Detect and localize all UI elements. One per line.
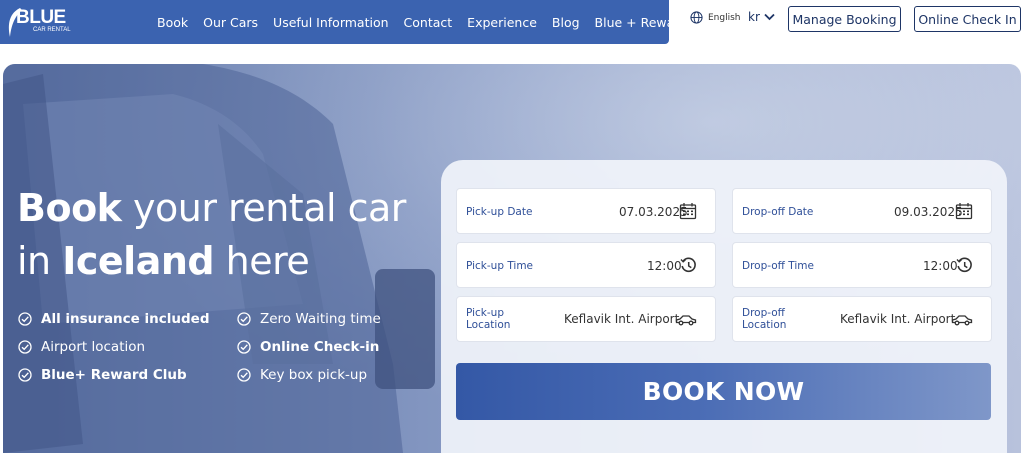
nav-book[interactable]: Book <box>157 15 188 30</box>
pickup-date-field[interactable]: Pick-up Date 07.03.2025 <box>456 188 716 234</box>
pickup-time-value: 12:00 <box>647 259 682 273</box>
globe-icon <box>690 11 703 24</box>
dropoff-location-label: Drop-off Location <box>742 307 786 331</box>
check-circle-icon <box>237 368 251 382</box>
site-header: BLUE CAR RENTAL Book Our Cars Useful Inf… <box>0 0 1024 44</box>
dropoff-time-field[interactable]: Drop-off Time 12:00 <box>732 242 992 288</box>
nav-our-cars[interactable]: Our Cars <box>203 15 258 30</box>
dropoff-time-value: 12:00 <box>923 259 958 273</box>
car-icon <box>675 315 697 326</box>
feature-label: Online Check-in <box>260 339 380 355</box>
dropoff-date-label: Drop-off Date <box>742 206 814 218</box>
feature-item: All insurance included <box>18 311 210 327</box>
clock-icon <box>680 257 696 273</box>
check-circle-icon <box>237 340 251 354</box>
feature-label: Blue+ Reward Club <box>41 367 187 383</box>
currency-selector[interactable]: kr <box>748 10 775 24</box>
language-selector[interactable]: English <box>690 11 741 24</box>
headline-part-2-rest: here <box>214 239 310 283</box>
brand-logo[interactable]: BLUE CAR RENTAL <box>4 5 71 39</box>
headline-part-2-pre: in <box>17 239 63 283</box>
feature-item: Zero Waiting time <box>237 311 381 327</box>
dropoff-location-label-line-1: Drop-off <box>742 307 785 319</box>
dropoff-date-value: 09.03.2025 <box>894 205 963 219</box>
nav-bar: BLUE CAR RENTAL Book Our Cars Useful Inf… <box>0 0 687 44</box>
chevron-down-icon <box>764 13 775 21</box>
check-circle-icon <box>18 340 32 354</box>
pickup-location-label-line-2: Location <box>466 319 511 331</box>
language-label: English <box>708 12 741 23</box>
book-now-button[interactable]: BOOK NOW <box>456 363 991 420</box>
online-check-in-button[interactable]: Online Check In <box>914 6 1021 32</box>
check-circle-icon <box>18 368 32 382</box>
nav-experience[interactable]: Experience <box>467 15 537 30</box>
headline-part-1: your rental car <box>121 186 406 230</box>
brand-name: BLUE <box>16 7 66 28</box>
manage-booking-button[interactable]: Manage Booking <box>788 6 901 32</box>
feature-label: Key box pick-up <box>260 367 368 383</box>
brand-subtitle: CAR RENTAL <box>33 27 71 33</box>
hero-headline: Book your rental car in Iceland here <box>17 182 406 288</box>
feature-item: Key box pick-up <box>237 367 367 383</box>
pickup-time-field[interactable]: Pick-up Time 12:00 <box>456 242 716 288</box>
nav-useful-information[interactable]: Useful Information <box>273 15 388 30</box>
pickup-time-label: Pick-up Time <box>466 260 534 272</box>
pickup-date-label: Pick-up Date <box>466 206 533 218</box>
check-circle-icon <box>18 312 32 326</box>
pickup-location-label: Pick-up Location <box>466 307 510 331</box>
pickup-location-value: Keflavik Int. Airport <box>564 312 680 326</box>
headline-iceland: Iceland <box>62 239 215 283</box>
feature-label: Airport location <box>41 339 146 355</box>
feature-label: Zero Waiting time <box>260 311 381 327</box>
nav-blog[interactable]: Blog <box>552 15 580 30</box>
calendar-icon <box>679 203 697 220</box>
dropoff-location-label-line-2: Location <box>742 319 787 331</box>
dropoff-time-label: Drop-off Time <box>742 260 814 272</box>
car-icon <box>951 315 973 326</box>
pickup-date-value: 07.03.2025 <box>619 205 688 219</box>
feature-label: All insurance included <box>41 311 210 327</box>
nav-contact[interactable]: Contact <box>404 15 453 30</box>
headline-book: Book <box>17 186 122 230</box>
feature-item: Blue+ Reward Club <box>18 367 187 383</box>
check-circle-icon <box>237 312 251 326</box>
dropoff-location-value: Keflavik Int. Airport <box>840 312 956 326</box>
currency-label: kr <box>748 10 760 24</box>
dropoff-location-field[interactable]: Drop-off Location Keflavik Int. Airport <box>732 296 992 342</box>
nav-blue-reward[interactable]: Blue + Reward <box>595 15 688 30</box>
pickup-location-label-line-1: Pick-up <box>466 307 504 319</box>
pickup-location-field[interactable]: Pick-up Location Keflavik Int. Airport <box>456 296 716 342</box>
main-nav: Book Our Cars Useful Information Contact… <box>150 0 702 44</box>
clock-icon <box>956 257 972 273</box>
dropoff-date-field[interactable]: Drop-off Date 09.03.2025 <box>732 188 992 234</box>
calendar-icon <box>955 203 973 220</box>
feature-item: Online Check-in <box>237 339 379 355</box>
feature-item: Airport location <box>18 339 145 355</box>
